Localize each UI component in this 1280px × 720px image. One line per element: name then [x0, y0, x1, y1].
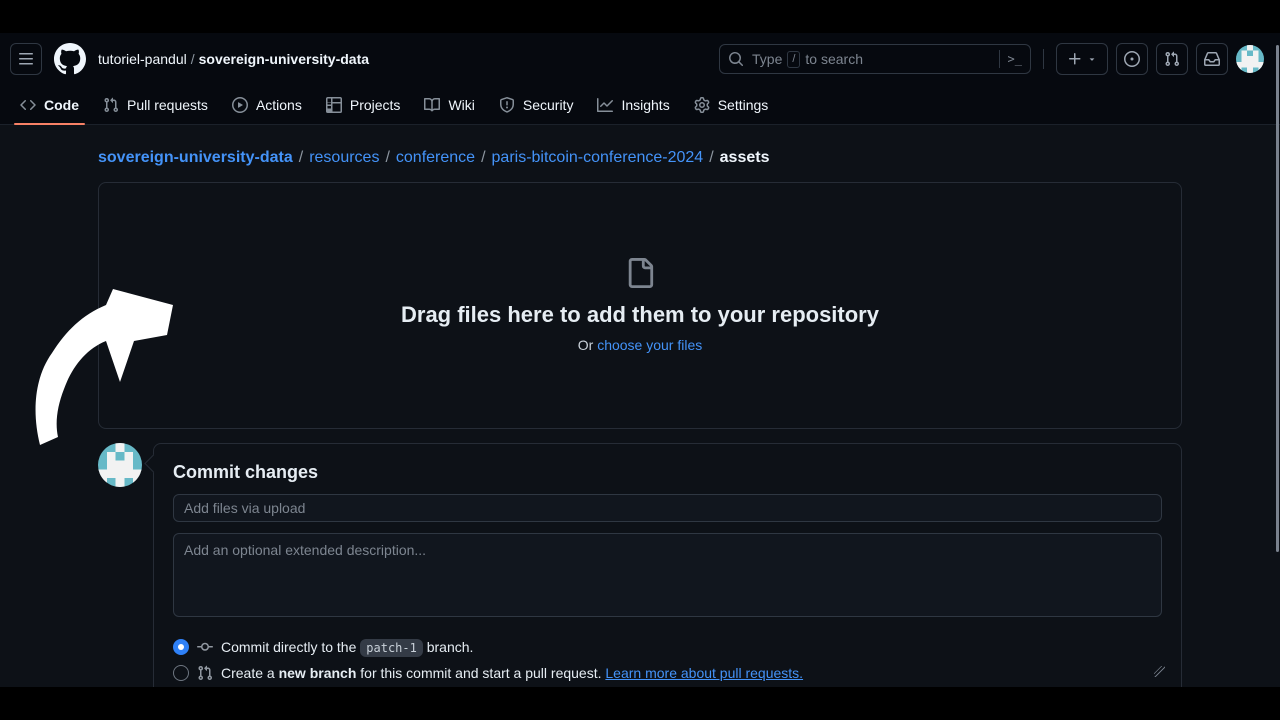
radio-new-branch[interactable]	[173, 665, 189, 681]
tab-label: Settings	[718, 97, 769, 113]
tab-label: Code	[44, 97, 79, 113]
pull-requests-button[interactable]	[1156, 43, 1188, 75]
tab-label: Projects	[350, 97, 401, 113]
search-placeholder-pre: Type	[752, 51, 782, 67]
play-icon	[232, 97, 248, 113]
book-icon	[424, 97, 440, 113]
repo-owner-link[interactable]: tutoriel-pandul	[98, 51, 187, 67]
inbox-icon	[1204, 51, 1220, 67]
git-pull-request-icon	[1164, 51, 1180, 67]
radio-commit-direct[interactable]	[173, 639, 189, 655]
user-avatar[interactable]	[1236, 45, 1264, 73]
scrollbar-thumb[interactable]	[1276, 45, 1279, 552]
github-logo-icon[interactable]	[54, 43, 86, 75]
tab-label: Insights	[621, 97, 669, 113]
breadcrumb-repo-link[interactable]: sovereign-university-data	[98, 149, 293, 166]
command-palette-icon[interactable]: >_	[1008, 52, 1022, 66]
choose-files-link[interactable]: choose your files	[597, 337, 702, 353]
issues-button[interactable]	[1116, 43, 1148, 75]
chevron-down-icon	[1087, 54, 1097, 64]
search-input[interactable]: Type / to search >_	[719, 44, 1031, 74]
page-viewport: tutoriel-pandul/sovereign-university-dat…	[0, 33, 1280, 687]
gear-icon	[694, 97, 710, 113]
search-icon	[728, 51, 744, 67]
new-branch-label: Create a new branch for this commit and …	[221, 665, 803, 681]
create-new-button[interactable]	[1056, 43, 1108, 75]
tab-label: Security	[523, 97, 574, 113]
commit-form: Commit changes Commit directly to the pa…	[153, 443, 1182, 687]
commit-message-input[interactable]	[173, 494, 1162, 522]
global-header: tutoriel-pandul/sovereign-university-dat…	[0, 33, 1280, 85]
breadcrumb-separator: /	[709, 149, 713, 166]
breadcrumb-segment-link[interactable]: conference	[396, 149, 475, 166]
header-repo-breadcrumb: tutoriel-pandul/sovereign-university-dat…	[98, 51, 369, 67]
search-placeholder-post: to search	[805, 51, 863, 67]
tab-actions[interactable]: Actions	[222, 85, 312, 124]
git-pull-request-icon	[103, 97, 119, 113]
plus-icon	[1067, 51, 1083, 67]
dropzone-title: Drag files here to add them to your repo…	[401, 302, 879, 328]
tab-projects[interactable]: Projects	[316, 85, 411, 124]
git-commit-icon	[197, 639, 213, 655]
repo-name-link[interactable]: sovereign-university-data	[199, 51, 369, 67]
hamburger-menu-button[interactable]	[10, 43, 42, 75]
code-icon	[20, 97, 36, 113]
search-divider	[999, 50, 1000, 68]
breadcrumb-separator: /	[299, 149, 303, 166]
repo-navbar: Code Pull requests Actions Projects Wiki…	[0, 85, 1280, 125]
breadcrumb-separator: /	[385, 149, 389, 166]
tab-settings[interactable]: Settings	[684, 85, 779, 124]
header-actions: Type / to search >_	[719, 43, 1264, 75]
identicon	[1236, 45, 1264, 73]
commit-section: Commit changes Commit directly to the pa…	[98, 443, 1182, 687]
breadcrumb-current: assets	[720, 149, 770, 166]
commit-author-avatar	[98, 443, 142, 487]
branch-badge: patch-1	[360, 639, 423, 657]
textarea-resize-handle[interactable]	[1154, 666, 1165, 677]
shield-icon	[499, 97, 515, 113]
identicon	[98, 443, 142, 487]
tab-code[interactable]: Code	[10, 85, 89, 124]
commit-direct-label: Commit directly to the patch-1 branch.	[221, 639, 473, 655]
breadcrumb-segment-link[interactable]: paris-bitcoin-conference-2024	[492, 149, 704, 166]
issue-opened-icon	[1124, 51, 1140, 67]
git-pull-request-icon	[197, 665, 213, 681]
breadcrumb-segment-link[interactable]: resources	[309, 149, 379, 166]
tab-pull-requests[interactable]: Pull requests	[93, 85, 218, 124]
hamburger-icon	[18, 51, 34, 67]
tab-label: Actions	[256, 97, 302, 113]
tab-label: Wiki	[448, 97, 474, 113]
commit-direct-option: Commit directly to the patch-1 branch.	[173, 639, 1162, 655]
tab-insights[interactable]: Insights	[587, 85, 679, 124]
breadcrumb: sovereign-university-data / resources / conf…	[98, 149, 1182, 167]
main-content: sovereign-university-data / resources / conf…	[98, 149, 1182, 687]
breadcrumb-separator: /	[191, 51, 195, 67]
dropzone-or-text: Or	[578, 337, 594, 353]
file-dropzone[interactable]: Drag files here to add them to your repo…	[98, 182, 1182, 429]
commit-form-title: Commit changes	[173, 462, 1162, 483]
slash-keycap-icon: /	[787, 51, 800, 68]
table-icon	[326, 97, 342, 113]
tab-label: Pull requests	[127, 97, 208, 113]
file-icon	[625, 258, 655, 288]
inbox-button[interactable]	[1196, 43, 1228, 75]
graph-icon	[597, 97, 613, 113]
tab-security[interactable]: Security	[489, 85, 584, 124]
commit-box-caret	[144, 454, 162, 472]
breadcrumb-separator: /	[481, 149, 485, 166]
commit-description-textarea[interactable]	[173, 533, 1162, 617]
tab-wiki[interactable]: Wiki	[414, 85, 484, 124]
learn-more-link[interactable]: Learn more about pull requests.	[605, 665, 803, 681]
header-divider	[1043, 49, 1044, 69]
new-branch-option: Create a new branch for this commit and …	[173, 665, 1162, 681]
